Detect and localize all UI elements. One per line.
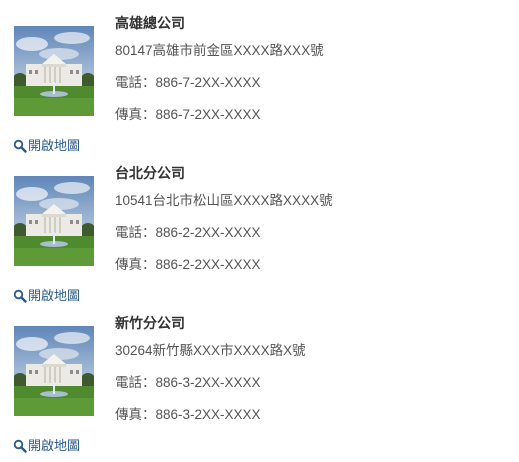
office-fax: 傳真：886-7-2XX-XXXX — [115, 107, 261, 122]
office-info: 台北分公司 10541台北市松山區XXXX路XXXX號 電話：886-2-2XX… — [115, 162, 515, 275]
office-fax: 傳真：886-3-2XX-XXXX — [115, 407, 261, 422]
office-name: 台北分公司 — [115, 165, 185, 181]
office-address: 30264新竹縣XXX市XXXX路X號 — [115, 343, 306, 358]
office-card-kaohsiung: 高雄總公司 80147高雄市前金區XXXX路XXX號 電話：886-7-2XX-… — [0, 0, 519, 153]
office-name: 高雄總公司 — [115, 15, 185, 31]
office-phone: 電話：886-7-2XX-XXXX — [115, 75, 261, 90]
office-address: 80147高雄市前金區XXXX路XXX號 — [115, 43, 324, 58]
open-map-link[interactable]: 開啟地圖 — [13, 436, 80, 456]
search-icon — [13, 439, 27, 453]
office-photo — [14, 326, 94, 416]
office-fax: 傳真：886-2-2XX-XXXX — [115, 257, 261, 272]
office-phone: 電話：886-3-2XX-XXXX — [115, 375, 261, 390]
office-card-taipei: 台北分公司 10541台北市松山區XXXX路XXXX號 電話：886-2-2XX… — [0, 150, 519, 303]
office-name: 新竹分公司 — [115, 315, 185, 331]
office-card-hsinchu: 新竹分公司 30264新竹縣XXX市XXXX路X號 電話：886-3-2XX-X… — [0, 300, 519, 453]
office-photo — [14, 26, 94, 116]
office-info: 高雄總公司 80147高雄市前金區XXXX路XXX號 電話：886-7-2XX-… — [115, 12, 515, 125]
office-phone: 電話：886-2-2XX-XXXX — [115, 225, 261, 240]
office-address: 10541台北市松山區XXXX路XXXX號 — [115, 193, 333, 208]
office-info: 新竹分公司 30264新竹縣XXX市XXXX路X號 電話：886-3-2XX-X… — [115, 312, 515, 425]
open-map-label: 開啟地圖 — [28, 438, 81, 453]
office-photo — [14, 176, 94, 266]
